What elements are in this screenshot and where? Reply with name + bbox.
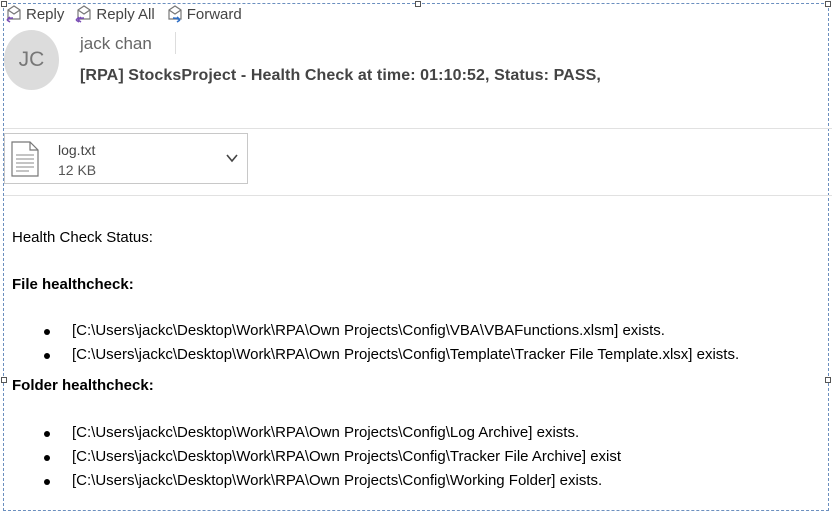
folder-check-text: [C:\Users\jackc\Desktop\Work\RPA\Own Pro… [72, 424, 580, 441]
forward-label: Forward [186, 5, 242, 23]
bullet-icon [44, 455, 50, 461]
header-separator [4, 128, 832, 129]
folder-check-text: [C:\Users\jackc\Desktop\Work\RPA\Own Pro… [72, 448, 622, 465]
reply-button[interactable]: Reply [4, 5, 64, 23]
sender-name[interactable]: jack chan [80, 34, 152, 54]
reply-icon [6, 5, 21, 23]
sender-avatar: JC [4, 30, 59, 90]
bullet-icon [44, 479, 50, 485]
file-check-text: [C:\Users\jackc\Desktop\Work\RPA\Own Pro… [72, 346, 740, 363]
resize-handle[interactable] [825, 1, 831, 7]
folder-section-title: Folder healthcheck: [12, 377, 154, 394]
message-toolbar: Reply Reply All Forward [4, 3, 252, 25]
forward-icon [168, 5, 182, 23]
attachment-size: 12 KB [58, 162, 97, 178]
resize-handle[interactable] [415, 1, 421, 7]
reply-all-label: Reply All [96, 5, 155, 23]
attachment-card[interactable]: log.txt 12 KB [4, 133, 248, 184]
file-check-text: [C:\Users\jackc\Desktop\Work\RPA\Own Pro… [72, 322, 665, 339]
resize-handle[interactable] [825, 377, 831, 383]
forward-button[interactable]: Forward [165, 5, 242, 23]
reply-all-button[interactable]: Reply All [74, 5, 155, 23]
chevron-down-icon[interactable] [225, 151, 239, 170]
text-file-icon [11, 141, 39, 182]
attachment-name: log.txt [58, 142, 96, 158]
header-divider [175, 32, 176, 54]
folder-check-text: [C:\Users\jackc\Desktop\Work\RPA\Own Pro… [72, 472, 603, 489]
bullet-icon [44, 329, 50, 335]
resize-handle[interactable] [1, 377, 7, 383]
reply-all-icon [75, 5, 91, 23]
reply-label: Reply [26, 5, 65, 23]
message-subject: [RPA] StocksProject - Health Check at ti… [80, 67, 601, 84]
attachment-separator [4, 195, 832, 196]
bullet-icon [44, 353, 50, 359]
body-intro: Health Check Status: [12, 229, 153, 246]
file-section-title: File healthcheck: [12, 276, 134, 293]
bullet-icon [44, 431, 50, 437]
